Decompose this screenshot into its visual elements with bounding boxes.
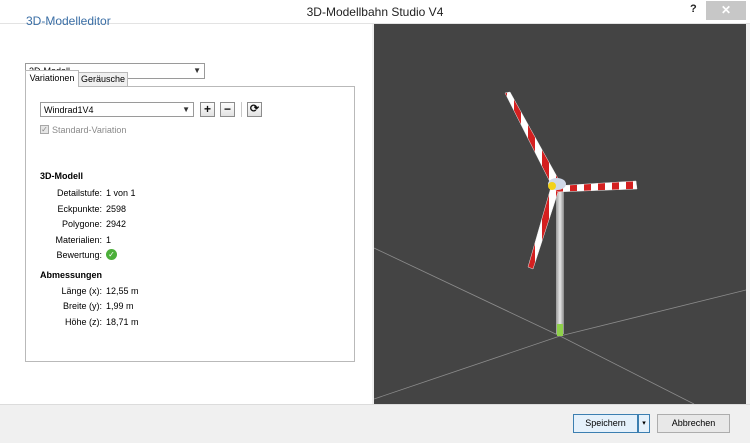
prop-value: 1: [106, 235, 112, 245]
save-button[interactable]: Speichern: [573, 414, 638, 433]
prop-value: 2598: [106, 204, 127, 214]
window-title: 3D-Modellbahn Studio V4: [306, 5, 444, 19]
rotor-hub: [548, 182, 556, 190]
toolbar-separator: [241, 102, 242, 117]
close-button[interactable]: ✕: [706, 1, 746, 20]
prop-label: Materialien:: [55, 235, 102, 245]
tab-geraeusche[interactable]: Geräusche: [79, 72, 128, 87]
prop-label: Bewertung:: [56, 250, 102, 260]
variation-select[interactable]: Windrad1V4 ▼: [40, 102, 194, 117]
save-menu-button[interactable]: ▾: [638, 414, 650, 433]
variation-select-value: Windrad1V4: [44, 105, 94, 115]
dim-label: Breite (y):: [62, 301, 102, 311]
dim-value: 1,99 m: [106, 301, 134, 311]
dim-value: 18,71 m: [106, 317, 139, 327]
dim-label: Höhe (z):: [64, 317, 102, 327]
title-bar: 3D-Modellbahn Studio V4 ? ✕: [0, 0, 750, 24]
cancel-button[interactable]: Abbrechen: [657, 414, 730, 433]
check-circle-icon: ✓: [106, 249, 117, 260]
blade: [553, 180, 638, 193]
add-variation-button[interactable]: +: [200, 102, 215, 117]
3d-viewport[interactable]: [373, 24, 747, 405]
prop-value: 2942: [106, 219, 127, 229]
standard-variation-checkbox[interactable]: ✓: [40, 125, 49, 134]
tower: [556, 182, 564, 334]
chevron-down-icon: ▼: [193, 66, 201, 75]
blade: [504, 91, 561, 187]
chevron-down-icon: ▼: [182, 105, 190, 114]
dim-value: 12,55 m: [106, 286, 139, 296]
refresh-button[interactable]: ⟳: [247, 102, 262, 117]
prop-label: Polygone:: [61, 219, 102, 229]
editor-title: 3D-Modelleditor: [26, 14, 111, 28]
wind-turbine-render: [373, 91, 747, 405]
dim-label: Länge (x):: [61, 286, 102, 296]
tower-base: [557, 324, 563, 336]
prop-label: Detailstufe:: [56, 188, 102, 198]
help-button[interactable]: ?: [690, 3, 697, 15]
tab-variationen[interactable]: Variationen: [25, 70, 79, 87]
standard-variation-label: Standard-Variation: [52, 125, 127, 135]
prop-value: 1 von 1: [106, 188, 136, 198]
remove-variation-button[interactable]: −: [220, 102, 235, 117]
blade: [527, 186, 559, 270]
prop-label: Eckpunkte:: [57, 204, 102, 214]
model-heading: 3D-Modell: [40, 171, 84, 181]
dimensions-heading: Abmessungen: [40, 270, 103, 280]
